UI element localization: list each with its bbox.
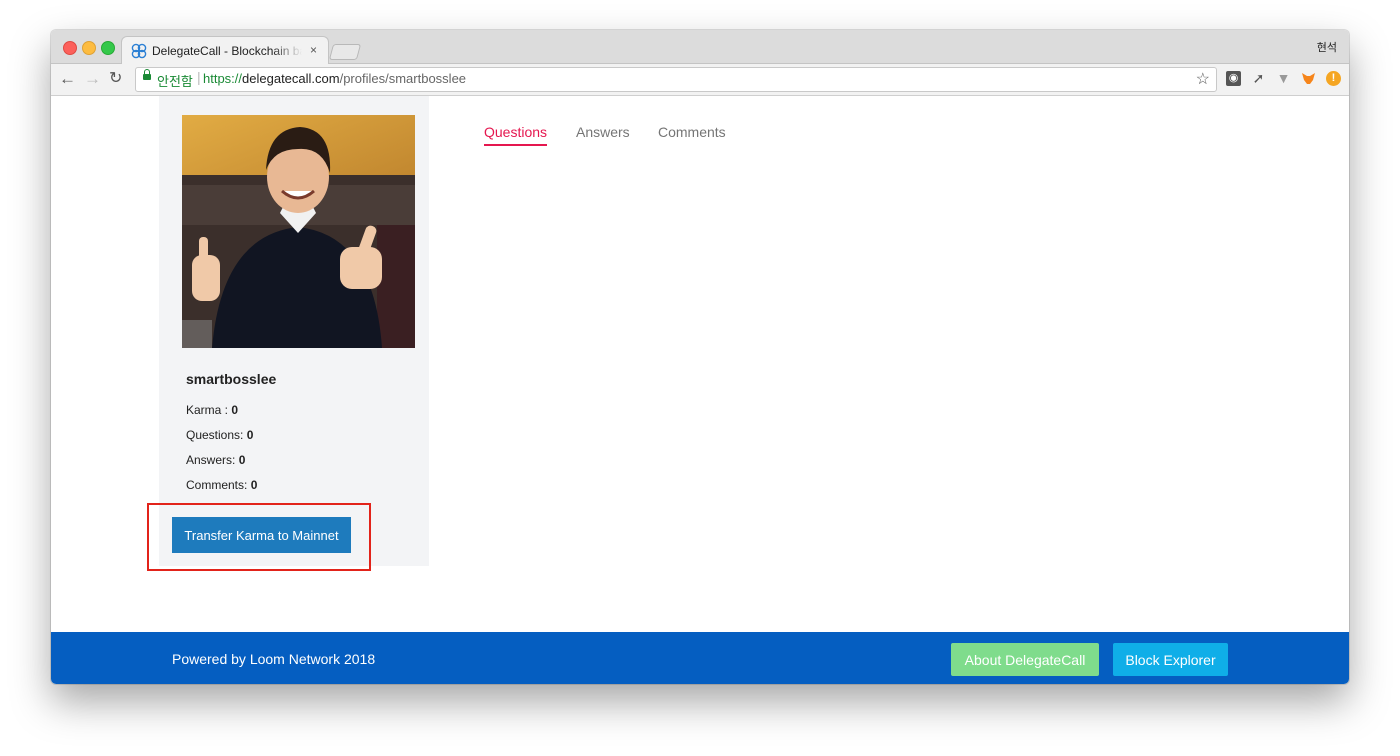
stat-value: 0: [250, 478, 258, 492]
stat-label: Answers:: [186, 453, 239, 467]
stat-value: 0: [231, 403, 239, 417]
lock-icon: [143, 69, 151, 80]
about-delegatecall-button[interactable]: About DelegateCall: [951, 643, 1099, 676]
browser-tab[interactable]: DelegateCall - Blockchain based ×: [121, 36, 329, 65]
page-content: smartbosslee Karma : 0 Questions: 0 Answ…: [51, 96, 1349, 684]
stat-label: Karma :: [186, 403, 232, 417]
footer-credit: Powered by Loom Network 2018: [172, 651, 376, 667]
browser-toolbar: ← → ↻ 안전함 | https://delegatecall.com/pro…: [51, 64, 1349, 96]
tab-comments[interactable]: Comments: [658, 124, 726, 140]
browser-profile-name[interactable]: 현석: [1317, 39, 1337, 55]
stat-label: Comments:: [186, 478, 251, 492]
forward-arrow-icon[interactable]: →: [84, 69, 101, 89]
block-explorer-button[interactable]: Block Explorer: [1113, 643, 1228, 676]
tab-answers[interactable]: Answers: [576, 124, 630, 140]
vue-icon[interactable]: ▼: [1276, 71, 1291, 86]
questions-stat: Questions: 0: [186, 428, 253, 442]
secure-label: 안전함: [157, 74, 193, 89]
highlight-annotation-box: [147, 503, 371, 571]
tab-questions[interactable]: Questions: [484, 124, 548, 146]
tab-strip: DelegateCall - Blockchain based × 현석: [51, 30, 1349, 65]
zoom-window-button[interactable]: [101, 41, 115, 55]
site-footer: Powered by Loom Network 2018 About Deleg…: [51, 632, 1349, 684]
metamask-icon[interactable]: [1301, 71, 1316, 86]
address-bar[interactable]: 안전함 | https://delegatecall.com/profiles/…: [135, 67, 1217, 92]
tab-close-icon[interactable]: ×: [310, 43, 317, 57]
karma-stat: Karma : 0: [186, 403, 238, 417]
warning-icon[interactable]: !: [1326, 71, 1341, 86]
url-text[interactable]: https://delegatecall.com/profiles/smartb…: [203, 71, 466, 86]
url-path: /profiles/smartbosslee: [339, 71, 467, 86]
browser-window: DelegateCall - Blockchain based × 현석 ← →…: [51, 30, 1349, 684]
stat-value: 0: [246, 428, 254, 442]
extension-icon[interactable]: ◉: [1226, 71, 1241, 86]
comments-stat: Comments: 0: [186, 478, 257, 492]
answers-stat: Answers: 0: [186, 453, 245, 467]
stat-value: 0: [238, 453, 246, 467]
stat-label: Questions:: [186, 428, 247, 442]
back-arrow-icon[interactable]: ←: [59, 69, 76, 89]
close-window-button[interactable]: [63, 41, 77, 55]
minimize-window-button[interactable]: [82, 41, 96, 55]
bookmark-star-icon[interactable]: ☆: [1196, 69, 1210, 89]
tab-title: DelegateCall - Blockchain based: [152, 44, 302, 58]
profile-card: smartbosslee Karma : 0 Questions: 0 Answ…: [159, 96, 429, 566]
url-scheme: https://: [203, 71, 243, 86]
delegatecall-favicon-icon: [131, 43, 147, 59]
rocket-icon[interactable]: ➚: [1251, 71, 1266, 86]
avatar: [182, 115, 415, 348]
url-separator: |: [197, 69, 201, 85]
reload-icon[interactable]: ↻: [109, 69, 122, 89]
url-host: delegatecall.com: [242, 71, 340, 86]
profile-username: smartbosslee: [186, 371, 277, 387]
new-tab-button[interactable]: [328, 44, 362, 60]
